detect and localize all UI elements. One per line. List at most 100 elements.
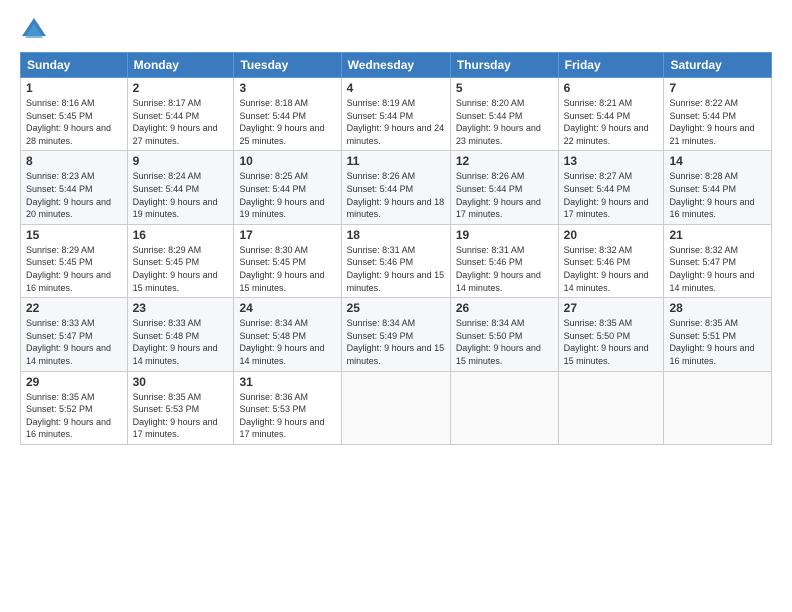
day-info: Sunrise: 8:34 AMSunset: 5:49 PMDaylight:… [347,318,445,366]
day-number: 7 [669,81,766,95]
day-info: Sunrise: 8:29 AMSunset: 5:45 PMDaylight:… [133,245,218,293]
day-number: 15 [26,228,122,242]
day-number: 13 [564,154,659,168]
day-cell: 20 Sunrise: 8:32 AMSunset: 5:46 PMDaylig… [558,224,664,297]
day-info: Sunrise: 8:35 AMSunset: 5:52 PMDaylight:… [26,392,111,440]
week-row-1: 8 Sunrise: 8:23 AMSunset: 5:44 PMDayligh… [21,151,772,224]
day-cell: 22 Sunrise: 8:33 AMSunset: 5:47 PMDaylig… [21,298,128,371]
day-number: 11 [347,154,445,168]
day-cell: 31 Sunrise: 8:36 AMSunset: 5:53 PMDaylig… [234,371,341,444]
day-number: 18 [347,228,445,242]
day-cell: 18 Sunrise: 8:31 AMSunset: 5:46 PMDaylig… [341,224,450,297]
day-info: Sunrise: 8:34 AMSunset: 5:50 PMDaylight:… [456,318,541,366]
day-info: Sunrise: 8:31 AMSunset: 5:46 PMDaylight:… [456,245,541,293]
day-info: Sunrise: 8:26 AMSunset: 5:44 PMDaylight:… [347,171,445,219]
day-info: Sunrise: 8:18 AMSunset: 5:44 PMDaylight:… [239,98,324,146]
day-number: 21 [669,228,766,242]
calendar-page: SundayMondayTuesdayWednesdayThursdayFrid… [0,0,792,455]
day-info: Sunrise: 8:33 AMSunset: 5:47 PMDaylight:… [26,318,111,366]
weekday-header-monday: Monday [127,53,234,78]
day-cell [558,371,664,444]
day-number: 26 [456,301,553,315]
weekday-header-saturday: Saturday [664,53,772,78]
day-info: Sunrise: 8:20 AMSunset: 5:44 PMDaylight:… [456,98,541,146]
day-info: Sunrise: 8:30 AMSunset: 5:45 PMDaylight:… [239,245,324,293]
day-cell: 19 Sunrise: 8:31 AMSunset: 5:46 PMDaylig… [450,224,558,297]
day-info: Sunrise: 8:35 AMSunset: 5:53 PMDaylight:… [133,392,218,440]
weekday-header-tuesday: Tuesday [234,53,341,78]
day-number: 3 [239,81,335,95]
day-cell: 12 Sunrise: 8:26 AMSunset: 5:44 PMDaylig… [450,151,558,224]
day-number: 25 [347,301,445,315]
day-number: 27 [564,301,659,315]
week-row-2: 15 Sunrise: 8:29 AMSunset: 5:45 PMDaylig… [21,224,772,297]
day-number: 16 [133,228,229,242]
day-number: 31 [239,375,335,389]
day-cell: 9 Sunrise: 8:24 AMSunset: 5:44 PMDayligh… [127,151,234,224]
day-cell: 6 Sunrise: 8:21 AMSunset: 5:44 PMDayligh… [558,78,664,151]
day-number: 12 [456,154,553,168]
day-info: Sunrise: 8:33 AMSunset: 5:48 PMDaylight:… [133,318,218,366]
day-cell: 14 Sunrise: 8:28 AMSunset: 5:44 PMDaylig… [664,151,772,224]
day-cell: 7 Sunrise: 8:22 AMSunset: 5:44 PMDayligh… [664,78,772,151]
day-cell: 4 Sunrise: 8:19 AMSunset: 5:44 PMDayligh… [341,78,450,151]
day-number: 30 [133,375,229,389]
day-cell: 5 Sunrise: 8:20 AMSunset: 5:44 PMDayligh… [450,78,558,151]
day-cell: 10 Sunrise: 8:25 AMSunset: 5:44 PMDaylig… [234,151,341,224]
week-row-4: 29 Sunrise: 8:35 AMSunset: 5:52 PMDaylig… [21,371,772,444]
day-number: 1 [26,81,122,95]
day-number: 20 [564,228,659,242]
day-number: 2 [133,81,229,95]
logo [20,16,52,44]
day-info: Sunrise: 8:19 AMSunset: 5:44 PMDaylight:… [347,98,445,146]
day-number: 19 [456,228,553,242]
day-cell: 28 Sunrise: 8:35 AMSunset: 5:51 PMDaylig… [664,298,772,371]
day-info: Sunrise: 8:36 AMSunset: 5:53 PMDaylight:… [239,392,324,440]
day-cell: 24 Sunrise: 8:34 AMSunset: 5:48 PMDaylig… [234,298,341,371]
day-info: Sunrise: 8:26 AMSunset: 5:44 PMDaylight:… [456,171,541,219]
day-cell [664,371,772,444]
day-cell: 2 Sunrise: 8:17 AMSunset: 5:44 PMDayligh… [127,78,234,151]
day-cell: 21 Sunrise: 8:32 AMSunset: 5:47 PMDaylig… [664,224,772,297]
day-cell: 11 Sunrise: 8:26 AMSunset: 5:44 PMDaylig… [341,151,450,224]
day-number: 17 [239,228,335,242]
day-cell: 15 Sunrise: 8:29 AMSunset: 5:45 PMDaylig… [21,224,128,297]
day-info: Sunrise: 8:35 AMSunset: 5:51 PMDaylight:… [669,318,754,366]
day-number: 8 [26,154,122,168]
day-cell: 1 Sunrise: 8:16 AMSunset: 5:45 PMDayligh… [21,78,128,151]
day-number: 6 [564,81,659,95]
day-number: 4 [347,81,445,95]
day-info: Sunrise: 8:24 AMSunset: 5:44 PMDaylight:… [133,171,218,219]
week-row-0: 1 Sunrise: 8:16 AMSunset: 5:45 PMDayligh… [21,78,772,151]
weekday-header-sunday: Sunday [21,53,128,78]
day-info: Sunrise: 8:32 AMSunset: 5:46 PMDaylight:… [564,245,649,293]
day-cell: 3 Sunrise: 8:18 AMSunset: 5:44 PMDayligh… [234,78,341,151]
day-info: Sunrise: 8:27 AMSunset: 5:44 PMDaylight:… [564,171,649,219]
day-number: 29 [26,375,122,389]
day-info: Sunrise: 8:21 AMSunset: 5:44 PMDaylight:… [564,98,649,146]
day-number: 23 [133,301,229,315]
day-cell: 26 Sunrise: 8:34 AMSunset: 5:50 PMDaylig… [450,298,558,371]
day-info: Sunrise: 8:34 AMSunset: 5:48 PMDaylight:… [239,318,324,366]
day-number: 28 [669,301,766,315]
day-cell: 25 Sunrise: 8:34 AMSunset: 5:49 PMDaylig… [341,298,450,371]
day-number: 10 [239,154,335,168]
day-info: Sunrise: 8:35 AMSunset: 5:50 PMDaylight:… [564,318,649,366]
day-number: 14 [669,154,766,168]
day-info: Sunrise: 8:16 AMSunset: 5:45 PMDaylight:… [26,98,111,146]
day-info: Sunrise: 8:22 AMSunset: 5:44 PMDaylight:… [669,98,754,146]
day-info: Sunrise: 8:23 AMSunset: 5:44 PMDaylight:… [26,171,111,219]
weekday-header-thursday: Thursday [450,53,558,78]
day-cell: 23 Sunrise: 8:33 AMSunset: 5:48 PMDaylig… [127,298,234,371]
day-number: 9 [133,154,229,168]
day-cell: 16 Sunrise: 8:29 AMSunset: 5:45 PMDaylig… [127,224,234,297]
day-info: Sunrise: 8:32 AMSunset: 5:47 PMDaylight:… [669,245,754,293]
day-info: Sunrise: 8:25 AMSunset: 5:44 PMDaylight:… [239,171,324,219]
calendar-table: SundayMondayTuesdayWednesdayThursdayFrid… [20,52,772,445]
day-info: Sunrise: 8:17 AMSunset: 5:44 PMDaylight:… [133,98,218,146]
day-cell: 13 Sunrise: 8:27 AMSunset: 5:44 PMDaylig… [558,151,664,224]
day-cell: 8 Sunrise: 8:23 AMSunset: 5:44 PMDayligh… [21,151,128,224]
day-info: Sunrise: 8:28 AMSunset: 5:44 PMDaylight:… [669,171,754,219]
logo-icon [20,16,48,44]
weekday-header-row: SundayMondayTuesdayWednesdayThursdayFrid… [21,53,772,78]
